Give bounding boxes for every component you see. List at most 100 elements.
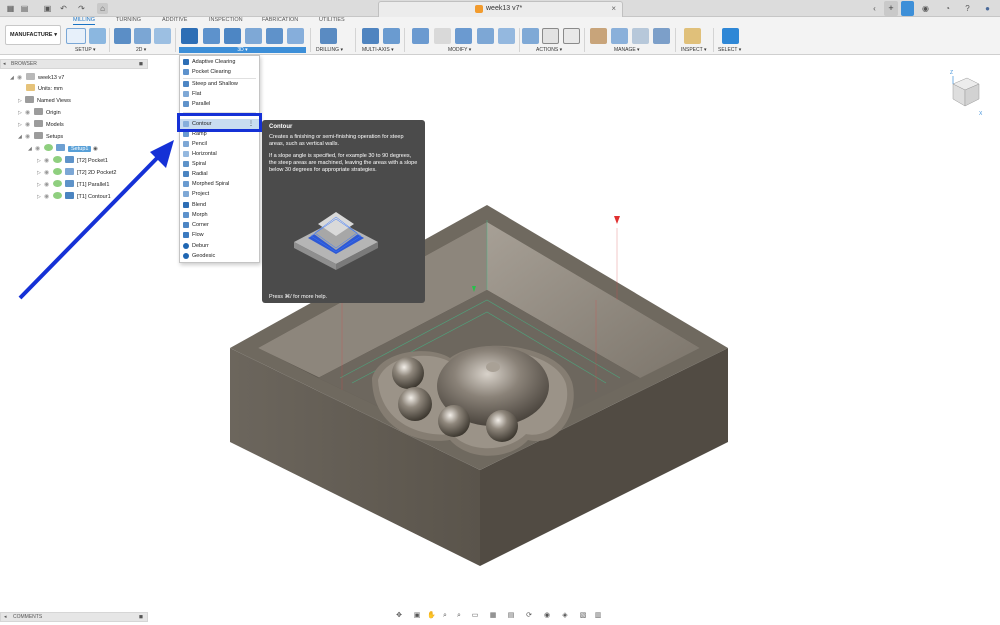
select-icon[interactable] — [722, 28, 739, 44]
modify-group-label[interactable]: MODIFY ▾ — [448, 47, 471, 53]
swarf-icon[interactable] — [362, 28, 379, 44]
pin-icon[interactable]: ◼ — [139, 613, 143, 622]
flat-icon[interactable] — [245, 28, 262, 44]
viewports-icon[interactable]: ▤ — [507, 612, 515, 620]
measure-icon[interactable] — [684, 28, 701, 44]
simulation-icon[interactable] — [89, 28, 106, 44]
modify-duplicate-icon[interactable] — [477, 28, 494, 44]
face-icon[interactable] — [154, 28, 171, 44]
parallel-icon[interactable] — [266, 28, 283, 44]
zoom-icon[interactable]: ⌕ — [441, 612, 449, 620]
menu-item-horizontal[interactable]: Horizontal — [180, 149, 259, 159]
file-icon[interactable]: ▤ — [19, 3, 30, 14]
close-tab-icon[interactable]: × — [611, 4, 616, 13]
tab-milling[interactable]: MILLING — [73, 17, 96, 25]
view-cube[interactable]: Z X — [945, 68, 985, 116]
2d-pocket-icon[interactable] — [134, 28, 151, 44]
menu-item-blend[interactable]: Blend — [180, 200, 259, 210]
highlight-box — [177, 113, 262, 132]
pencil-icon — [183, 141, 189, 147]
steep-shallow-icon[interactable] — [224, 28, 241, 44]
chevron-left-icon[interactable]: ‹ — [869, 3, 880, 14]
modify-regenerate-icon[interactable] — [455, 28, 472, 44]
save-icon[interactable]: ▣ — [42, 3, 53, 14]
menu-item-morph[interactable]: Morph — [180, 210, 259, 220]
3d-pocket-icon[interactable] — [203, 28, 220, 44]
menu-item-project[interactable]: Project — [180, 189, 259, 199]
workspace-switcher[interactable]: MANUFACTURE ▾ — [5, 25, 61, 45]
modify-delete-icon[interactable] — [434, 28, 451, 44]
actions-group-label[interactable]: ACTIONS ▾ — [536, 47, 562, 53]
manage-group-label[interactable]: MANAGE ▾ — [614, 47, 640, 53]
display-settings-icon[interactable]: ▭ — [471, 612, 479, 620]
tab-additive[interactable]: ADDITIVE — [162, 17, 187, 23]
toe-ball — [398, 387, 432, 421]
post-library-icon[interactable] — [632, 28, 649, 44]
contour-icon[interactable] — [287, 28, 304, 44]
3d-group-label[interactable]: 3D ▾ — [179, 47, 306, 53]
post-process-icon[interactable] — [542, 28, 559, 44]
machine-library-icon[interactable] — [653, 28, 670, 44]
help-icon[interactable]: ? — [962, 3, 973, 14]
look-at-icon[interactable]: ▣ — [413, 612, 421, 620]
menu-item-pocket-clearing[interactable]: Pocket Clearing — [180, 67, 259, 77]
tab-utilities[interactable]: UTILITIES — [319, 17, 345, 23]
job-status-icon[interactable]: ◉ — [920, 3, 931, 14]
menu-item-morphed-spiral[interactable]: Morphed Spiral — [180, 179, 259, 189]
home-icon[interactable]: ⌂ — [97, 3, 108, 14]
orbit-mode-icon[interactable]: ⟳ — [525, 612, 533, 620]
adaptive-clearing-icon — [183, 59, 189, 65]
tool-library-icon[interactable] — [590, 28, 607, 44]
simulate-icon[interactable] — [522, 28, 539, 44]
app-menu-icon[interactable]: ▦ — [5, 3, 16, 14]
user-avatar-icon[interactable]: ● — [982, 3, 993, 14]
select-group-label[interactable]: SELECT ▾ — [718, 47, 741, 53]
inspect-group-label[interactable]: INSPECT ▾ — [681, 47, 706, 53]
undo-icon[interactable]: ↶ — [58, 3, 69, 14]
display-mode-icon[interactable]: ◈ — [561, 612, 569, 620]
tool-start-marker — [614, 216, 620, 224]
panels-icon[interactable]: ▥ — [594, 612, 602, 620]
menu-item-radial[interactable]: Radial — [180, 169, 259, 179]
menu-item-deburr[interactable]: Deburr — [180, 241, 259, 251]
fit-icon[interactable]: ⌕ — [455, 612, 463, 620]
menu-item-adaptive-clearing[interactable]: Adaptive Clearing — [180, 57, 259, 67]
grid-icon[interactable]: ▦ — [489, 612, 497, 620]
menu-item-geodesic[interactable]: Geodesic — [180, 251, 259, 261]
menu-item-corner[interactable]: Corner — [180, 220, 259, 230]
2d-group-label[interactable]: 2D ▾ — [136, 47, 146, 53]
menu-item-parallel[interactable]: Parallel — [180, 99, 259, 109]
multi-axis-group-label[interactable]: MULTI-AXIS ▾ — [362, 47, 394, 53]
new-tab-icon[interactable]: + — [884, 1, 898, 16]
notifications-icon[interactable]: ◔ — [942, 3, 953, 14]
tab-turning[interactable]: TURNING — [116, 17, 141, 23]
drilling-group-label[interactable]: DRILLING ▾ — [316, 47, 343, 53]
pan-icon[interactable]: ✋ — [427, 612, 436, 620]
menu-item-spiral[interactable]: Spiral — [180, 159, 259, 169]
orbit-icon[interactable]: ✥ — [395, 612, 403, 620]
setup-sheet-icon[interactable] — [563, 28, 580, 44]
template-library-icon[interactable] — [611, 28, 628, 44]
modify-edit-icon[interactable] — [412, 28, 429, 44]
effects-icon[interactable]: ▧ — [579, 612, 587, 620]
menu-item-pencil[interactable]: Pencil — [180, 139, 259, 149]
menu-item-flat[interactable]: Flat — [180, 89, 259, 99]
3d-adaptive-icon[interactable] — [181, 28, 198, 44]
tab-inspection[interactable]: INSPECTION — [209, 17, 243, 23]
multi-axis-contour-icon[interactable] — [383, 28, 400, 44]
2d-adaptive-icon[interactable] — [114, 28, 131, 44]
document-tab[interactable]: week13 v7* × — [378, 1, 623, 17]
drill-icon[interactable] — [320, 28, 337, 44]
comments-panel[interactable]: ◂ COMMENTS ◼ — [0, 612, 148, 622]
modify-pattern-icon[interactable] — [498, 28, 515, 44]
viewport-canvas[interactable] — [0, 56, 1000, 608]
camera-icon[interactable]: ◉ — [543, 612, 551, 620]
tab-fabrication[interactable]: FABRICATION — [262, 17, 298, 23]
sync-icon[interactable] — [901, 1, 914, 16]
setup-group-label[interactable]: SETUP ▾ — [75, 47, 95, 53]
menu-item-steep-and-shallow[interactable]: Steep and Shallow — [180, 79, 259, 89]
setup-icon[interactable] — [66, 28, 86, 44]
title-bar: ▦ ▤ ▣ ↶ ↷ ⌂ week13 v7* × ‹ + ◉ ◔ ? ● — [0, 0, 1000, 17]
redo-icon[interactable]: ↷ — [76, 3, 87, 14]
menu-item-flow[interactable]: Flow — [180, 230, 259, 240]
